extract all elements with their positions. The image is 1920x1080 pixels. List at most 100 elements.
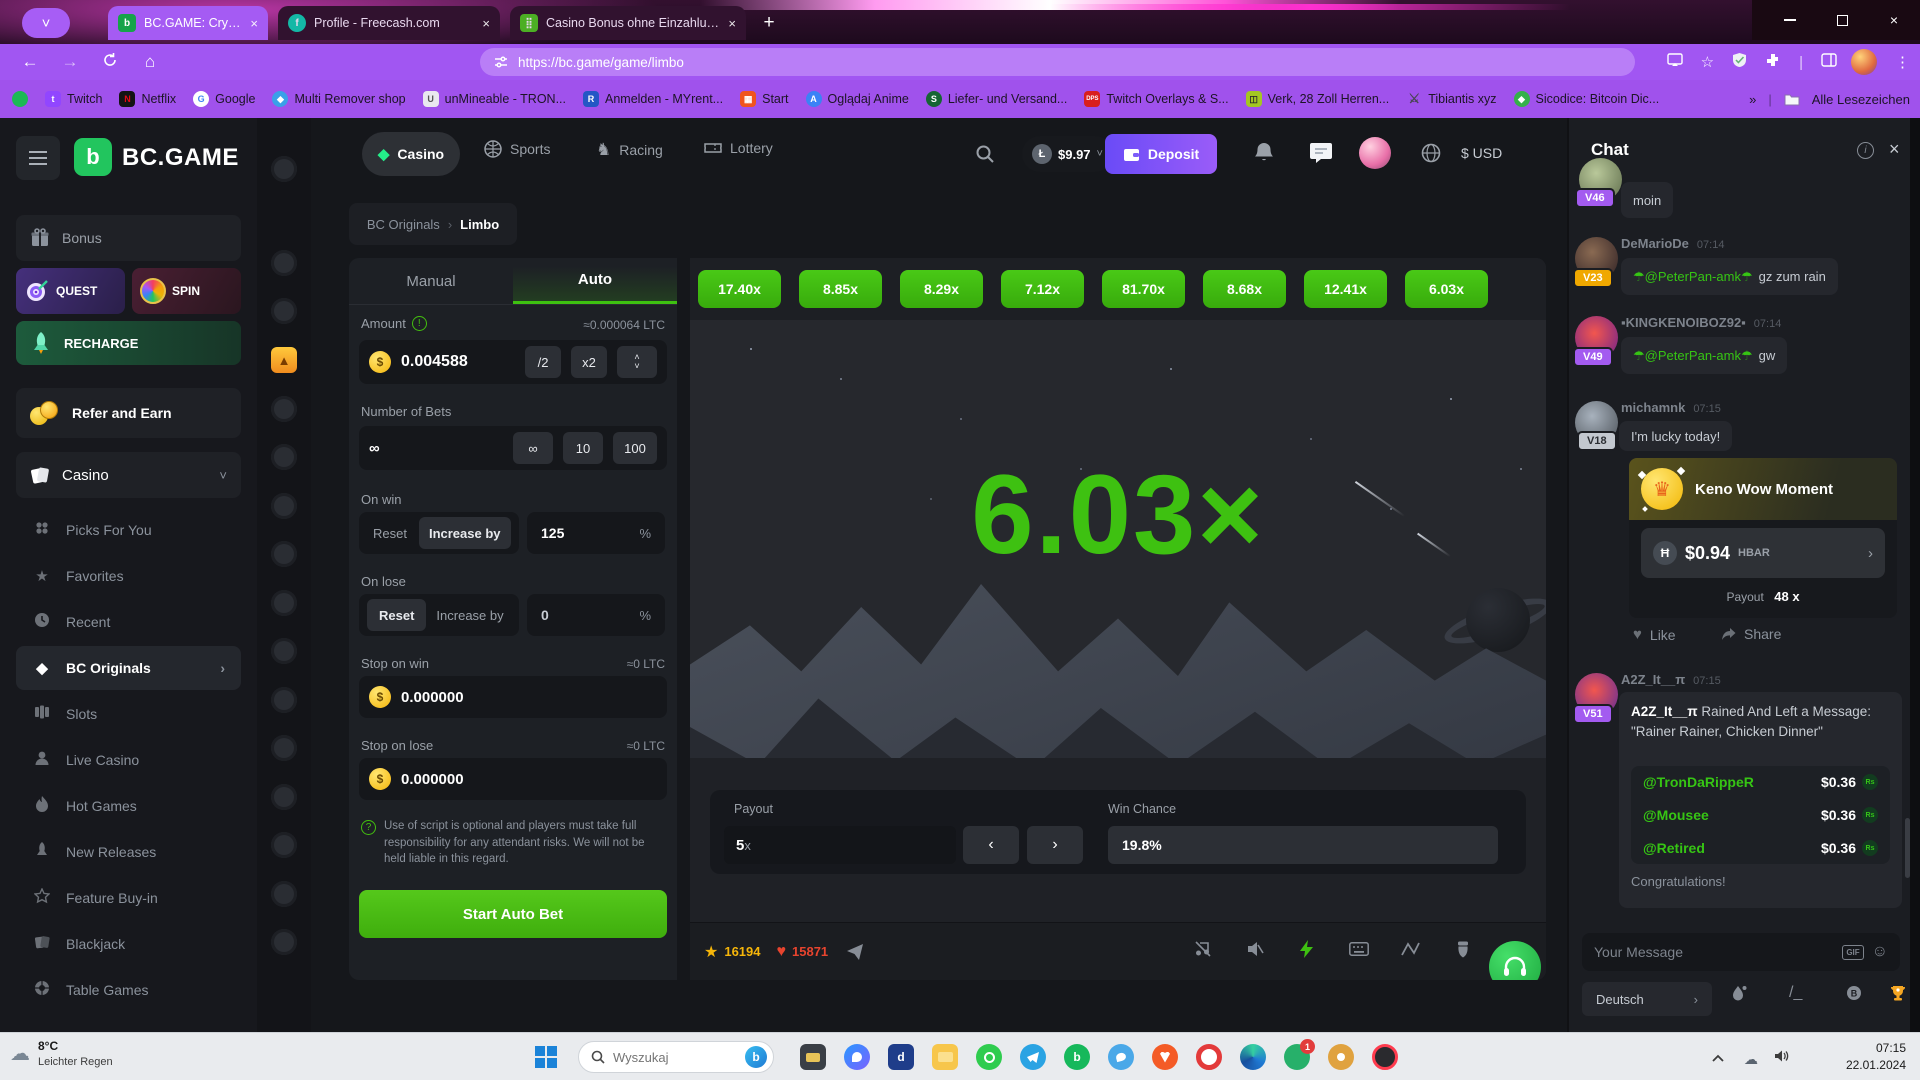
tab-auto[interactable]: Auto (513, 258, 677, 304)
share-plane-icon[interactable] (846, 943, 864, 961)
payout-input[interactable]: 5 x (724, 826, 956, 864)
start-button[interactable] (535, 1046, 557, 1068)
tab-bcgame[interactable]: b BC.GAME: Crypto Casino Games × (108, 6, 268, 40)
keno-amount-box[interactable]: Ħ $0.94 HBAR › (1641, 528, 1885, 578)
omnibox[interactable]: https://bc.game/game/limbo (480, 48, 1635, 76)
weather-widget[interactable]: ☁ 8°C Leichter Regen (10, 1039, 113, 1069)
bookmark-item[interactable]: RAnmelden - MYrent... (583, 91, 723, 107)
bets-infinity-button[interactable]: ∞ (513, 432, 553, 464)
like-button[interactable]: ♥Like (1633, 626, 1676, 643)
strip-game-icon[interactable] (271, 832, 297, 858)
payout-increase-button[interactable]: › (1027, 826, 1083, 864)
close-icon[interactable]: × (728, 16, 736, 31)
tab-manual[interactable]: Manual (349, 258, 513, 304)
strip-game-icon[interactable] (271, 298, 297, 324)
recipient-handle[interactable]: @Mousee (1643, 807, 1709, 823)
bookmark-item[interactable]: ◆Multi Remover shop (272, 91, 405, 107)
trend-icon[interactable] (1400, 942, 1422, 961)
on-lose-value[interactable]: 0 (541, 607, 549, 623)
recharge-button[interactable]: RECHARGE (16, 321, 241, 365)
win-chance-input[interactable]: 19.8% (1108, 826, 1498, 864)
tray-cloud-icon[interactable]: ☁ (1744, 1051, 1758, 1068)
tab-freecash[interactable]: f Profile - Freecash.com × (278, 6, 500, 40)
extensions-puzzle-icon[interactable] (1765, 52, 1781, 72)
bookmark-item[interactable]: GGoogle (193, 91, 255, 107)
emoji-icon[interactable]: ☺ (1872, 943, 1888, 961)
strip-game-icon[interactable] (271, 929, 297, 955)
nav-racing[interactable]: ♞ Racing (596, 140, 663, 160)
history-multiplier[interactable]: 81.70x (1102, 270, 1185, 308)
bookmark-item[interactable]: ◫Verk, 28 Zoll Herren... (1246, 91, 1390, 107)
app-line[interactable]: 1 (1284, 1044, 1310, 1070)
tray-chevron-icon[interactable] (1712, 1049, 1724, 1067)
bookmark-item[interactable]: UunMineable - TRON... (423, 91, 566, 107)
half-button[interactable]: /2 (525, 346, 561, 378)
forward-icon[interactable]: → (50, 52, 90, 72)
browser-menu-icon[interactable]: ⋮ (1895, 53, 1910, 71)
minimize-button[interactable] (1764, 0, 1816, 40)
sidebar-item-feature-buyin[interactable]: Feature Buy-in (16, 876, 241, 920)
username[interactable]: A2Z_It__π (1621, 672, 1685, 687)
casino-group-button[interactable]: Casino ˅ (16, 452, 241, 498)
gif-icon[interactable]: GIF (1842, 945, 1863, 960)
stop-lose-value[interactable]: 0.000000 (401, 771, 464, 788)
close-icon[interactable]: × (482, 16, 490, 31)
stop-win-value[interactable]: 0.000000 (401, 689, 464, 706)
bookmark-item[interactable]: SLiefer- und Versand... (926, 91, 1068, 107)
history-multiplier[interactable]: 6.03x (1405, 270, 1488, 308)
adguard-icon[interactable] (1732, 52, 1747, 72)
tab-search-button[interactable]: ˅ (22, 8, 70, 38)
fairness-icon[interactable] (1452, 941, 1474, 963)
chevron-down-icon[interactable]: ˅ (634, 362, 639, 371)
bets-input[interactable]: ∞ ∞ 10 100 (359, 426, 667, 470)
app-opera-gx[interactable] (1372, 1044, 1398, 1070)
trophy-icon[interactable] (1889, 984, 1907, 1007)
user-avatar[interactable] (1359, 137, 1391, 169)
bets-10-button[interactable]: 10 (563, 432, 603, 464)
spin-button[interactable]: SPIN (132, 268, 241, 314)
maximize-button[interactable] (1816, 0, 1868, 40)
strip-game-icon[interactable] (271, 541, 297, 567)
chat-info-icon[interactable]: i (1857, 142, 1874, 159)
globe-icon[interactable] (1421, 143, 1441, 163)
sidebar-toggle-button[interactable] (16, 136, 60, 180)
quest-button[interactable]: QUEST (16, 268, 125, 314)
bookmark-item[interactable]: DPSTwitch Overlays & S... (1084, 91, 1228, 107)
bookmark-star-icon[interactable]: ☆ (1701, 53, 1714, 71)
sidebar-item-recent[interactable]: Recent (16, 600, 241, 644)
strip-game-icon[interactable] (271, 881, 297, 907)
app-telegram[interactable] (1020, 1044, 1046, 1070)
side-panel-icon[interactable] (1821, 53, 1837, 71)
strip-game-icon[interactable] (271, 396, 297, 422)
payout-decrease-button[interactable]: ‹ (963, 826, 1019, 864)
app-messenger[interactable] (844, 1044, 870, 1070)
stop-lose-input[interactable]: $ 0.000000 (359, 758, 667, 800)
strip-game-icon[interactable] (271, 156, 297, 182)
nav-lottery[interactable]: Lottery (704, 140, 773, 156)
sidebar-item-bc-originals[interactable]: ◆ BC Originals › (16, 646, 241, 690)
history-multiplier[interactable]: 7.12x (1001, 270, 1084, 308)
history-multiplier[interactable]: 12.41x (1304, 270, 1387, 308)
on-lose-value-box[interactable]: 0 % (527, 594, 665, 636)
bookmark-item[interactable]: NNetflix (119, 91, 176, 107)
app-brave[interactable] (1152, 1044, 1178, 1070)
bookmark-item[interactable]: tTwitch (45, 91, 102, 107)
mention[interactable]: @PeterPan-amk (1645, 269, 1741, 284)
strip-game-icon[interactable] (271, 444, 297, 470)
profile-avatar[interactable] (1851, 49, 1877, 75)
strip-game-icon[interactable] (271, 590, 297, 616)
sidebar-item-table-games[interactable]: Table Games (16, 968, 241, 1012)
sidebar-item-slots[interactable]: Slots (16, 692, 241, 736)
username[interactable]: ▪KINGKENOIBOZ92▪ (1621, 315, 1746, 330)
on-win-value-box[interactable]: 125 % (527, 512, 665, 554)
username[interactable]: DeMarioDe (1621, 236, 1689, 251)
bonus-button[interactable]: Bonus (16, 215, 241, 261)
page-scrollbar-gutter[interactable] (1910, 118, 1920, 1032)
sidebar-item-new-releases[interactable]: New Releases (16, 830, 241, 874)
sidebar-item-live-casino[interactable]: Live Casino (16, 738, 241, 782)
app-bcgame[interactable]: b (1064, 1044, 1090, 1070)
refer-and-earn-button[interactable]: Refer and Earn (16, 388, 241, 438)
app-blue[interactable]: d (888, 1044, 914, 1070)
rain-drop-icon[interactable] (1731, 984, 1747, 1007)
history-multiplier[interactable]: 8.85x (799, 270, 882, 308)
